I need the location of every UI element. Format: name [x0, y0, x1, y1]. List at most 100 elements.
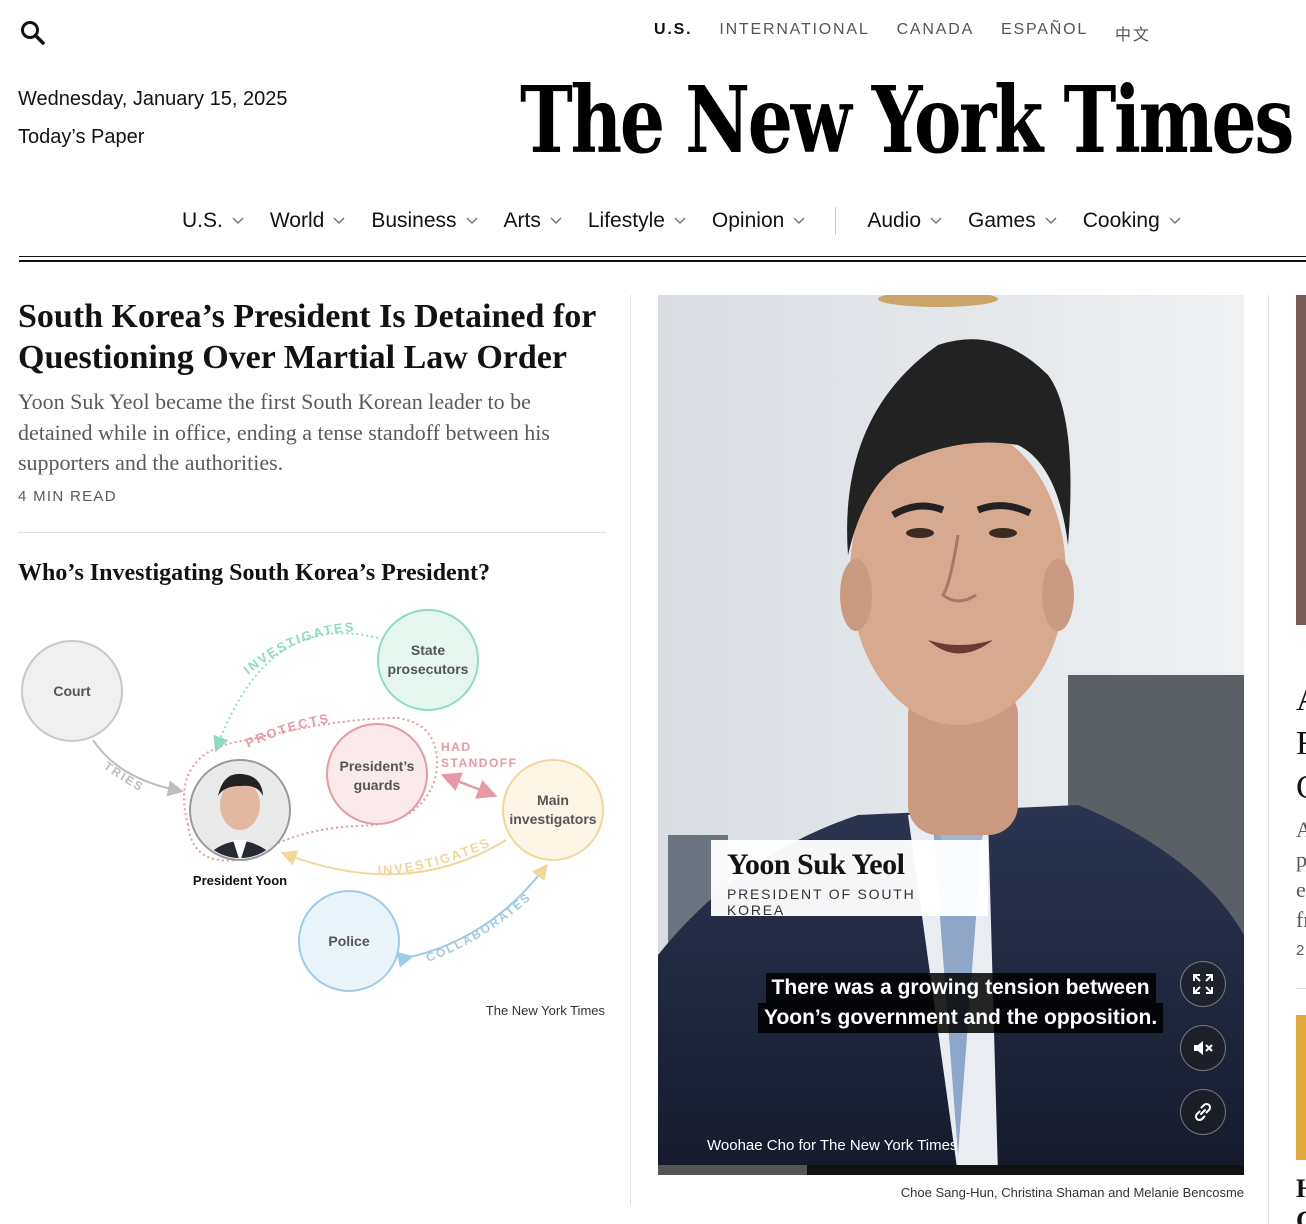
nav-world[interactable]: World	[270, 209, 345, 233]
edge-standoff	[440, 772, 498, 799]
chevron-down-icon	[466, 217, 478, 225]
node-prosecutors-label-1: State	[411, 642, 445, 658]
node-court-label: Court	[53, 683, 91, 699]
search-icon[interactable]	[20, 20, 46, 46]
node-main-investigators	[502, 759, 604, 861]
chevron-down-icon	[793, 217, 805, 225]
mute-icon	[1194, 1041, 1213, 1055]
photo-credit: Woohae Cho for The New York Times	[707, 1137, 958, 1154]
section-nav: U.S. World Business Arts Lifestyle Opini…	[182, 207, 1181, 235]
read-time: 4 MIN READ	[18, 488, 117, 505]
speaker-title: PRESIDENT OF SOUTH KOREA	[727, 886, 916, 918]
current-date: Wednesday, January 15, 2025	[18, 88, 288, 110]
clipped-text: p	[1296, 847, 1306, 872]
story-divider	[18, 532, 606, 533]
lead-headline[interactable]: South Korea’s President Is Detained for …	[18, 296, 618, 378]
label-investigates: INVESTIGATES	[240, 619, 355, 677]
video-player[interactable]: Yoon Suk Yeol PRESIDENT OF SOUTH KOREA T…	[658, 295, 1244, 1175]
chevron-down-icon	[1169, 217, 1181, 225]
nav-business[interactable]: Business	[371, 209, 478, 233]
chevron-down-icon	[930, 217, 942, 225]
node-prosecutors-label-2: prosecutors	[388, 661, 469, 677]
edition-us[interactable]: U.S.	[654, 21, 692, 45]
chevron-down-icon	[674, 217, 686, 225]
column-divider	[1268, 295, 1269, 1224]
node-investigators-label-2: investigators	[509, 811, 596, 827]
masthead-rule	[19, 260, 1306, 262]
node-state-prosecutors	[377, 609, 479, 711]
mute-button[interactable]	[1180, 1025, 1226, 1071]
node-guards-label-1: President’s	[340, 758, 415, 774]
investigation-diagram[interactable]: INVESTIGATES PROTECTS HAD STANDOFF TRIES…	[18, 600, 608, 1000]
node-guards-label-2: guards	[354, 777, 401, 793]
nav-opinion[interactable]: Opinion	[712, 209, 805, 233]
nav-lifestyle[interactable]: Lifestyle	[588, 209, 686, 233]
nav-label: Opinion	[711, 209, 785, 232]
label-protects: PROTECTS	[243, 710, 331, 750]
right-column-summary: A p e fr	[1296, 815, 1306, 935]
edge-collaborates	[396, 863, 548, 968]
nav-us[interactable]: U.S.	[182, 209, 244, 233]
label-had: HAD	[441, 740, 472, 754]
subtitle-line-1: There was a growing tension between	[765, 973, 1156, 1003]
link-icon	[1194, 1102, 1212, 1122]
clipped-text: C	[1296, 1206, 1306, 1224]
graphic-title[interactable]: Who’s Investigating South Korea’s Presid…	[18, 560, 490, 587]
clipped-text: e	[1296, 877, 1306, 902]
video-progress-fill	[658, 1165, 808, 1175]
todays-paper-link[interactable]: Today’s Paper	[18, 126, 144, 149]
clipped-text: C	[1296, 766, 1306, 810]
clipped-text: A	[1296, 678, 1306, 722]
clipped-text: fr	[1296, 907, 1306, 932]
svg-text:The New York Times: The New York Times	[520, 66, 1292, 174]
nav-games[interactable]: Games	[968, 209, 1057, 233]
fullscreen-button[interactable]	[1180, 961, 1226, 1007]
label-tries: TRIES	[101, 759, 147, 795]
edition-chinese[interactable]: 中文	[1115, 21, 1151, 45]
video-byline: Choe Sang-Hun, Christina Shaman and Mela…	[900, 1185, 1244, 1200]
right-column-divider	[1296, 988, 1306, 989]
label-standoff: STANDOFF	[441, 756, 517, 770]
lead-summary[interactable]: Yoon Suk Yeol became the first South Kor…	[18, 387, 610, 479]
nav-label: Games	[968, 209, 1036, 232]
right-column-headline[interactable]: A F C	[1296, 678, 1306, 810]
node-police-label: Police	[328, 933, 369, 949]
nav-label: Audio	[867, 209, 922, 232]
video-frame	[658, 295, 1244, 1175]
right-column-image-2[interactable]	[1296, 1015, 1306, 1160]
nav-label: World	[269, 209, 325, 232]
node-presidents-guards	[326, 723, 428, 825]
edition-international[interactable]: INTERNATIONAL	[719, 21, 869, 45]
nav-audio[interactable]: Audio	[867, 209, 942, 233]
chevron-down-icon	[1045, 217, 1057, 225]
president-yoon-avatar	[189, 759, 291, 861]
nav-divider	[835, 207, 837, 235]
right-column-headline-2[interactable]: H C	[1296, 1173, 1306, 1224]
nav-label: Cooking	[1082, 209, 1160, 232]
nav-label: U.S.	[182, 209, 223, 232]
chevron-down-icon	[550, 217, 562, 225]
subtitle: There was a growing tension between Yoon…	[758, 973, 1164, 1033]
edition-canada[interactable]: CANADA	[897, 21, 974, 45]
nyt-logo[interactable]: The New York Times	[516, 60, 1296, 178]
lower-third: Yoon Suk Yeol PRESIDENT OF SOUTH KOREA	[711, 840, 988, 918]
label-collaborates: COLLABORATES	[424, 889, 534, 964]
masthead-rule	[19, 256, 1306, 257]
video-progress-bar[interactable]	[658, 1165, 1244, 1175]
nav-label: Arts	[503, 209, 541, 232]
right-column-image[interactable]	[1296, 295, 1306, 625]
clipped-text: H	[1296, 1173, 1306, 1205]
column-divider	[630, 295, 631, 1205]
speaker-name: Yoon Suk Yeol	[727, 848, 905, 881]
nav-cooking[interactable]: Cooking	[1083, 209, 1181, 233]
edition-espanol[interactable]: ESPAÑOL	[1001, 21, 1088, 45]
chevron-down-icon	[232, 217, 244, 225]
clipped-text: A	[1296, 817, 1306, 842]
fullscreen-icon	[1193, 974, 1213, 994]
copy-link-button[interactable]	[1180, 1089, 1226, 1135]
chevron-down-icon	[333, 217, 345, 225]
right-column-readtime: 2	[1296, 942, 1305, 959]
nav-arts[interactable]: Arts	[504, 209, 562, 233]
graphic-credit: The New York Times	[485, 1003, 605, 1018]
node-yoon-label: President Yoon	[193, 873, 287, 888]
